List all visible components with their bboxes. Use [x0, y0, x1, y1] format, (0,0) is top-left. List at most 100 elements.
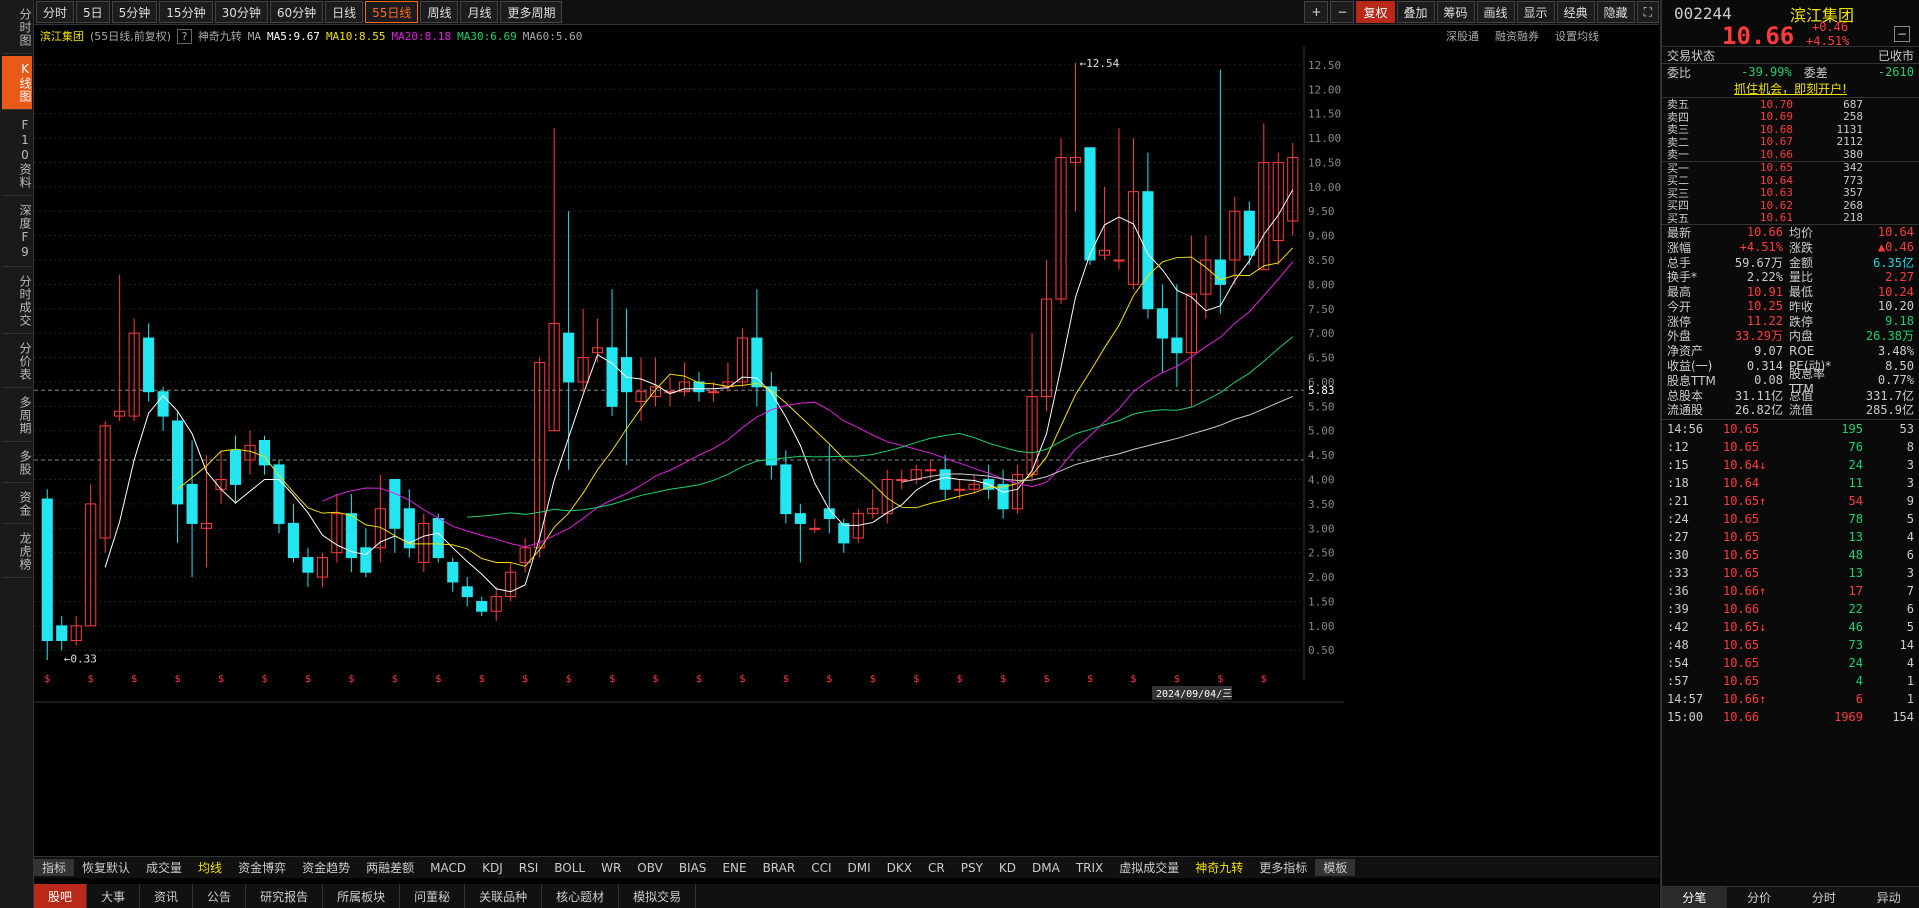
indicator-10[interactable]: BOLL — [546, 861, 593, 875]
indicator-15[interactable]: BRAR — [755, 861, 804, 875]
toolbar-2[interactable]: 复权 — [1356, 1, 1395, 23]
period-10[interactable]: 更多周期 — [500, 1, 563, 23]
indicator-18[interactable]: DKX — [879, 861, 920, 875]
rlink-0[interactable]: 深股通 — [1446, 28, 1479, 44]
nav-4[interactable]: 分时成交 — [2, 269, 32, 334]
period-7[interactable]: 55日线 — [365, 1, 419, 23]
nav-5[interactable]: 分价表 — [2, 336, 32, 388]
indicator-24[interactable]: 虚拟成交量 — [1111, 859, 1187, 876]
stat-row: 最高 10.91 最低 10.24 — [1662, 284, 1919, 300]
indicator-3[interactable]: 均线 — [190, 859, 230, 876]
rlink-1[interactable]: 融资融券 — [1495, 28, 1539, 44]
stat-value: 2.22% — [1746, 269, 1783, 284]
nav-9[interactable]: 龙虎榜 — [2, 526, 32, 578]
rtab-3[interactable]: 异动 — [1856, 887, 1919, 908]
nav-8[interactable]: 资金 — [2, 485, 32, 524]
tab-6[interactable]: 问董秘 — [400, 884, 466, 908]
indicator-16[interactable]: CCI — [803, 861, 839, 875]
nav-2[interactable]: F10资料 — [2, 112, 32, 196]
dividend-marker: $ — [305, 674, 311, 685]
tab-5[interactable]: 所属板块 — [323, 884, 401, 908]
period-5[interactable]: 60分钟 — [269, 1, 324, 23]
tab-3[interactable]: 公告 — [193, 884, 247, 908]
tab-9[interactable]: 模拟交易 — [619, 884, 697, 908]
trade-price: 10.66 — [1723, 710, 1760, 725]
indicator-26[interactable]: 更多指标 — [1251, 859, 1315, 876]
nav-7[interactable]: 多股 — [2, 444, 32, 483]
toolbar-7[interactable]: 经典 — [1556, 1, 1595, 23]
ma-legend: 滨江集团 (55日线,前复权) ? 神奇九转 MA MA5:9.67 MA10:… — [34, 26, 1659, 46]
promo-link[interactable]: 抓住机会，即刻开户! — [1734, 80, 1847, 97]
stat-value: 0.08 — [1754, 373, 1783, 388]
indicator-11[interactable]: WR — [593, 861, 629, 875]
period-9[interactable]: 月线 — [460, 1, 499, 23]
sells-vol: 1131 — [1836, 122, 1864, 136]
indicator-6[interactable]: 两融差额 — [358, 859, 422, 876]
indicator-20[interactable]: PSY — [953, 861, 991, 875]
period-1[interactable]: 5日 — [76, 1, 110, 23]
dividend-marker: $ — [479, 674, 485, 685]
trade-time: :48 — [1667, 638, 1689, 653]
toolbar-4[interactable]: 筹码 — [1436, 1, 1475, 23]
period-3[interactable]: 15分钟 — [159, 1, 213, 23]
rlink-2[interactable]: 设置均线 — [1555, 28, 1599, 44]
stat-row: 外盘 33.29万 内盘 26.38万 — [1662, 329, 1919, 343]
nav-6[interactable]: 多周期 — [2, 390, 32, 442]
tab-1[interactable]: 大事 — [87, 884, 141, 908]
sq-label[interactable]: 神奇九转 — [198, 28, 242, 44]
indicator-5[interactable]: 资金趋势 — [294, 859, 358, 876]
trade-price: 10.65 — [1723, 512, 1760, 527]
indicator-7[interactable]: MACD — [422, 861, 474, 875]
indicator-8[interactable]: KDJ — [474, 861, 511, 875]
nav-3[interactable]: 深度F9 — [2, 198, 32, 267]
kline-chart[interactable]: 12.50 12.00 11.50 11.00 10.50 10.00 9.50 9.00 8.… — [34, 46, 1659, 854]
period-0[interactable]: 分时 — [36, 1, 75, 23]
sells-row: 卖一 10.66 380 — [1662, 148, 1919, 162]
y-tick: 1.50 — [1308, 595, 1335, 608]
period-4[interactable]: 30分钟 — [214, 1, 268, 23]
period-8[interactable]: 周线 — [420, 1, 459, 23]
tab-4[interactable]: 研究报告 — [246, 884, 324, 908]
indicator-22[interactable]: DMA — [1024, 861, 1068, 875]
stat-value2: ▲0.46 — [1877, 240, 1914, 255]
tab-8[interactable]: 核心题材 — [542, 884, 620, 908]
indicator-0[interactable]: 指标 — [34, 859, 75, 876]
candle — [1243, 210, 1255, 256]
indicator-2[interactable]: 成交量 — [138, 859, 190, 876]
tab-0[interactable]: 股吧 — [34, 884, 88, 908]
period-2[interactable]: 5分钟 — [111, 1, 158, 23]
minimize-icon[interactable]: − — [1894, 26, 1910, 42]
indicator-17[interactable]: DMI — [840, 861, 879, 875]
tab-7[interactable]: 关联品种 — [465, 884, 543, 908]
period-6[interactable]: 日线 — [325, 1, 364, 23]
indicator-14[interactable]: ENE — [714, 861, 754, 875]
rtab-1[interactable]: 分价 — [1727, 887, 1792, 908]
dividend-marker: $ — [609, 674, 615, 685]
indicator-23[interactable]: TRIX — [1068, 861, 1111, 875]
toolbar-3[interactable]: 叠加 — [1396, 1, 1435, 23]
indicator-9[interactable]: RSI — [511, 861, 547, 875]
rtab-0[interactable]: 分笔 — [1662, 887, 1727, 908]
indicator-25[interactable]: 神奇九转 — [1187, 859, 1251, 876]
toolbar-1[interactable]: − — [1330, 1, 1355, 23]
indicator-1[interactable]: 恢复默认 — [74, 859, 138, 876]
indicator-4[interactable]: 资金博弈 — [230, 859, 294, 876]
indicator-27[interactable]: 模板 — [1315, 859, 1356, 876]
trade-row: :33 10.65 13 3 — [1662, 564, 1919, 582]
tab-2[interactable]: 资讯 — [140, 884, 194, 908]
help-icon[interactable]: ? — [177, 28, 192, 44]
trade-time: :18 — [1667, 476, 1689, 491]
expand-icon[interactable]: ⛶ — [1636, 1, 1659, 23]
indicator-21[interactable]: KD — [991, 861, 1024, 875]
rtab-2[interactable]: 分时 — [1792, 887, 1857, 908]
toolbar-6[interactable]: 显示 — [1516, 1, 1555, 23]
indicator-13[interactable]: BIAS — [671, 861, 715, 875]
indicator-19[interactable]: CR — [920, 861, 953, 875]
toolbar-5[interactable]: 画线 — [1476, 1, 1515, 23]
toolbar-8[interactable]: 隐藏 — [1596, 1, 1635, 23]
nav-0[interactable]: 分时图 — [2, 2, 32, 54]
indicator-12[interactable]: OBV — [629, 861, 671, 875]
toolbar-0[interactable]: + — [1304, 1, 1329, 23]
nav-1[interactable]: K线图 — [2, 56, 32, 110]
stat-value2: 285.9亿 — [1865, 403, 1914, 418]
